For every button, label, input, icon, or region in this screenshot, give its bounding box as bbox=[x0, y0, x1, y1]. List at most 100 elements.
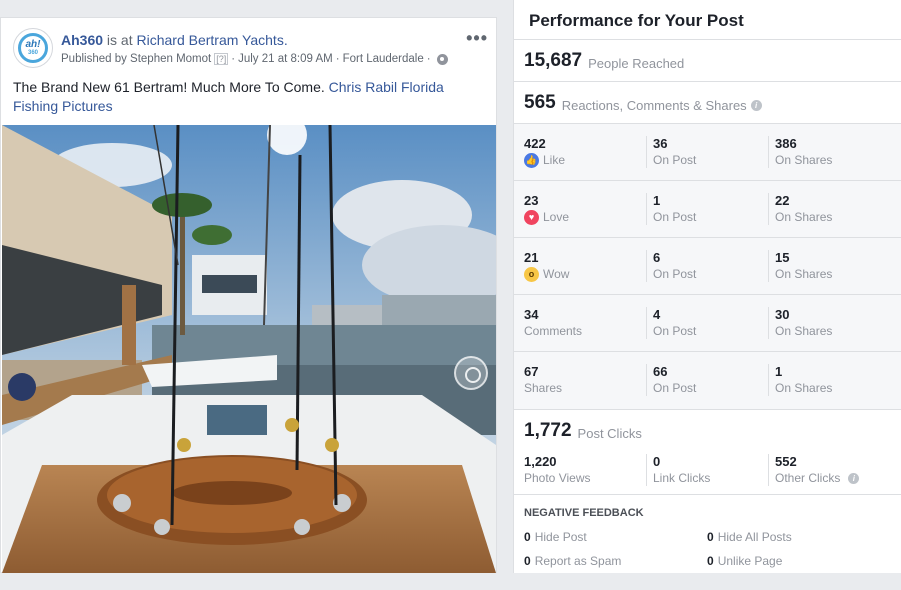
on-shares-label: On Shares bbox=[775, 381, 833, 395]
post-header: ah! 360 Ah360 is at Richard Bertram Yach… bbox=[1, 18, 496, 72]
location-link[interactable]: Richard Bertram Yachts. bbox=[137, 32, 288, 48]
shares-on-shares-count: 1 bbox=[775, 364, 783, 379]
people-reached-row: 15,687 People Reached bbox=[514, 40, 901, 82]
checkin-verb: is at bbox=[106, 32, 133, 48]
wow-total: 21 o Wow bbox=[524, 250, 569, 282]
link-clicks: 0 Link Clicks bbox=[646, 454, 710, 486]
shares-on-post: 66 On Post bbox=[646, 364, 696, 396]
negative-feedback-section: NEGATIVE FEEDBACK 0 Hide Post 0 Hide All P… bbox=[514, 495, 901, 590]
hide-all-label: Hide All Posts bbox=[717, 530, 792, 544]
more-options-icon[interactable]: ••• bbox=[466, 28, 488, 49]
love-count: 23 bbox=[524, 193, 539, 208]
like-on-post-count: 36 bbox=[653, 136, 668, 151]
wow-on-post-count: 6 bbox=[653, 250, 661, 265]
clicks-breakdown: 1,220 Photo Views 0 Link Clicks 552 Othe… bbox=[514, 452, 901, 494]
on-post-label: On Post bbox=[653, 381, 697, 395]
comments-on-shares-count: 30 bbox=[775, 307, 790, 322]
reaction-row-wow: 21 o Wow 6 On Post 15 On Shares bbox=[514, 238, 901, 295]
comments-count: 34 bbox=[524, 307, 539, 322]
avatar-text: ah! bbox=[25, 39, 41, 50]
like-on-shares-count: 386 bbox=[775, 136, 797, 151]
post-clicks-label: Post Clicks bbox=[577, 426, 642, 441]
photo-views-count: 1,220 bbox=[524, 454, 557, 469]
360-view-icon[interactable] bbox=[454, 356, 488, 390]
page-name-link[interactable]: Ah360 bbox=[61, 32, 103, 48]
love-on-shares-count: 22 bbox=[775, 193, 790, 208]
yacht-panorama-image bbox=[2, 125, 496, 573]
on-post-label: On Post bbox=[653, 324, 697, 338]
shares-on-shares: 1 On Shares bbox=[768, 364, 832, 396]
love-icon: ♥ bbox=[524, 209, 539, 225]
performance-panel: Performance for Your Post 15,687 People … bbox=[513, 0, 901, 573]
on-shares-label: On Shares bbox=[775, 267, 833, 281]
on-shares-label: On Shares bbox=[775, 324, 833, 338]
info-icon[interactable]: i bbox=[848, 472, 860, 484]
reaction-row-love: 23 ♥ Love 1 On Post 22 On Shares bbox=[514, 181, 901, 238]
meta-sep: · bbox=[231, 53, 236, 65]
comments-on-shares: 30 On Shares bbox=[768, 307, 832, 339]
hide-all-count: 0 bbox=[707, 530, 714, 544]
on-post-label: On Post bbox=[653, 153, 697, 167]
like-label: Like bbox=[543, 153, 566, 167]
panel-title: Performance for Your Post bbox=[514, 0, 901, 40]
page-avatar[interactable]: ah! 360 bbox=[13, 28, 53, 68]
post-photo[interactable] bbox=[2, 125, 496, 573]
photo-views-label: Photo Views bbox=[524, 471, 591, 485]
comments-label: Comments bbox=[524, 324, 583, 338]
shares-total: 67 Shares bbox=[524, 364, 562, 396]
love-on-post: 1 On Post bbox=[646, 193, 696, 225]
people-reached-label: People Reached bbox=[588, 55, 685, 71]
shares-count: 67 bbox=[524, 364, 539, 379]
shares-row: 67 Shares 66 On Post 1 On Shares bbox=[514, 352, 901, 409]
people-reached-value: 15,687 bbox=[524, 49, 583, 71]
comments-on-post-count: 4 bbox=[653, 307, 661, 322]
hide-post-label: Hide Post bbox=[534, 530, 587, 544]
link-clicks-count: 0 bbox=[653, 454, 661, 469]
ah360-logo: ah! 360 bbox=[18, 33, 48, 63]
shares-on-post-count: 66 bbox=[653, 364, 668, 379]
post-meta: Published by Stephen Momot [?] · July 21… bbox=[61, 53, 448, 65]
info-icon[interactable]: i bbox=[750, 99, 762, 111]
engagement-row: 565 Reactions, Comments & Shares i bbox=[514, 82, 901, 124]
wow-on-shares: 15 On Shares bbox=[768, 250, 832, 282]
comments-on-post: 4 On Post bbox=[646, 307, 696, 339]
like-total: 422 👍 Like bbox=[524, 136, 565, 168]
post-date-link[interactable]: July 21 at 8:09 AM bbox=[238, 53, 333, 65]
link-clicks-label: Link Clicks bbox=[653, 471, 711, 485]
post-clicks-value: 1,772 bbox=[524, 420, 572, 441]
post-message: The Brand New 61 Bertram! Much More To C… bbox=[13, 79, 325, 95]
globe-icon[interactable] bbox=[436, 53, 448, 65]
published-by: Published by Stephen Momot bbox=[61, 53, 212, 65]
on-post-label: On Post bbox=[653, 210, 697, 224]
spam-count: 0 bbox=[524, 554, 531, 568]
hide-post-count: 0 bbox=[524, 530, 531, 544]
on-post-label: On Post bbox=[653, 267, 697, 281]
love-on-shares: 22 On Shares bbox=[768, 193, 832, 225]
other-clicks-count: 552 bbox=[775, 454, 797, 469]
comments-row: 34 Comments 4 On Post 30 On Shares bbox=[514, 295, 901, 352]
facebook-post: ah! 360 Ah360 is at Richard Bertram Yach… bbox=[0, 17, 497, 573]
wow-icon: o bbox=[524, 266, 539, 282]
like-count: 422 bbox=[524, 136, 546, 151]
other-clicks: 552 Other Clicks i bbox=[768, 454, 860, 486]
wow-on-post: 6 On Post bbox=[646, 250, 696, 282]
love-on-post-count: 1 bbox=[653, 193, 661, 208]
help-badge[interactable]: [?] bbox=[214, 53, 229, 65]
negative-feedback-title: NEGATIVE FEEDBACK bbox=[524, 507, 644, 519]
wow-count: 21 bbox=[524, 250, 539, 265]
love-label: Love bbox=[543, 210, 570, 224]
wow-on-shares-count: 15 bbox=[775, 250, 790, 265]
like-on-post: 36 On Post bbox=[646, 136, 696, 168]
meta-sep: · bbox=[335, 53, 340, 65]
on-shares-label: On Shares bbox=[775, 210, 833, 224]
other-clicks-label: Other Clicks bbox=[775, 471, 841, 485]
on-shares-label: On Shares bbox=[775, 153, 833, 167]
post-text: The Brand New 61 Bertram! Much More To C… bbox=[13, 78, 473, 116]
engagement-label: Reactions, Comments & Shares bbox=[561, 97, 747, 113]
post-headline: Ah360 is at Richard Bertram Yachts. bbox=[61, 32, 288, 48]
hide-all-stat: 0 Hide All Posts bbox=[707, 530, 792, 544]
shares-label: Shares bbox=[524, 381, 563, 395]
unlike-stat: 0 Unlike Page bbox=[707, 554, 782, 568]
hide-post-stat: 0 Hide Post bbox=[524, 530, 587, 544]
place-link[interactable]: Fort Lauderdale bbox=[343, 53, 424, 65]
